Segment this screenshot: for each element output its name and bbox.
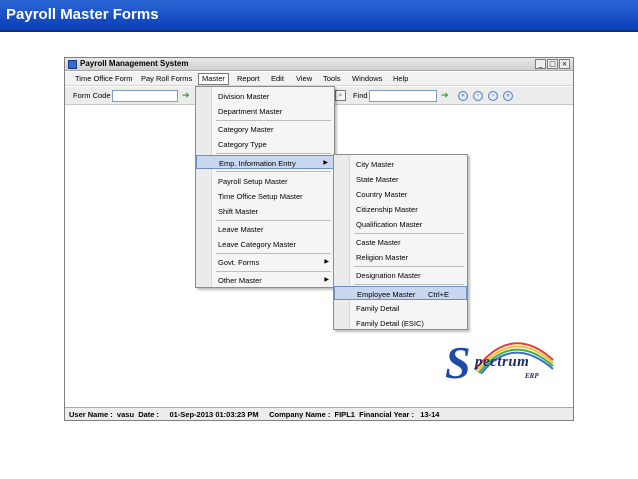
menu-view[interactable]: View <box>296 74 312 83</box>
menu-separator <box>354 284 464 285</box>
menu-item-label: State Master <box>356 175 399 184</box>
menu-item-payroll-setup-master[interactable]: Payroll Setup Master <box>196 174 334 188</box>
menu-time-office-form[interactable]: Time Office Form <box>75 74 133 83</box>
menu-separator <box>216 153 331 154</box>
app-icon <box>68 60 77 69</box>
form-code-label: Form Code <box>73 91 111 100</box>
menu-item-shift-master[interactable]: Shift Master <box>196 204 334 218</box>
menu-help[interactable]: Help <box>393 74 408 83</box>
menu-item-category-master[interactable]: Category Master <box>196 122 334 136</box>
last-record-icon[interactable]: » <box>503 91 513 101</box>
menu-item-label: Family Detail <box>356 304 400 313</box>
menu-separator <box>216 271 331 272</box>
menu-item-govt-forms[interactable]: Govt. Forms ▶ <box>196 255 334 269</box>
menu-item-label: City Master <box>356 160 394 169</box>
menu-item-label: Family Detail (ESIC) <box>356 319 424 328</box>
menu-item-label: Leave Category Master <box>218 240 296 249</box>
menu-item-shortcut: Ctrl+E <box>428 290 450 299</box>
menu-item-designation-master[interactable]: Designation Master <box>334 268 467 282</box>
menu-pay-roll-forms[interactable]: Pay Roll Forms <box>141 74 192 83</box>
logo-word: pectrum <box>475 354 530 370</box>
status-text: User Name : vasu Date : 01-Sep-2013 01:0… <box>69 410 440 419</box>
slide-title: Payroll Master Forms <box>6 6 159 23</box>
menu-item-label: Designation Master <box>356 271 421 280</box>
menu-item-citizenship-master[interactable]: Citizenship Master <box>334 202 467 216</box>
next-record-icon[interactable]: › <box>488 91 498 101</box>
menu-item-family-detail-esic[interactable]: Family Detail (ESIC) <box>334 316 467 330</box>
menu-item-label: Time Office Setup Master <box>218 192 303 201</box>
title-bar: Payroll Management System _ □ × <box>65 58 573 71</box>
menu-item-time-office-setup-master[interactable]: Time Office Setup Master <box>196 189 334 203</box>
menu-item-leave-master[interactable]: Leave Master <box>196 222 334 236</box>
menu-item-country-master[interactable]: Country Master <box>334 187 467 201</box>
go-arrow-icon[interactable]: ➔ <box>182 91 190 100</box>
window-controls: _ □ × <box>535 59 570 69</box>
menu-item-leave-category-master[interactable]: Leave Category Master <box>196 237 334 251</box>
menu-item-state-master[interactable]: State Master <box>334 172 467 186</box>
status-bar: User Name : vasu Date : 01-Sep-2013 01:0… <box>65 407 573 420</box>
menu-item-label: Govt. Forms <box>218 258 260 267</box>
menu-item-label: Leave Master <box>218 225 264 234</box>
close-button[interactable]: × <box>559 59 570 69</box>
previous-record-icon[interactable]: ‹ <box>473 91 483 101</box>
menu-item-department-master[interactable]: Department Master <box>196 104 334 118</box>
menu-item-caste-master[interactable]: Caste Master <box>334 235 467 249</box>
emp-information-submenu: City Master State Master Country Master … <box>333 154 468 330</box>
spectrum-logo: S pectrum ERP <box>445 336 555 396</box>
menu-master[interactable]: Master <box>198 73 229 85</box>
menu-item-label: Payroll Setup Master <box>218 177 288 186</box>
print-preview-icon[interactable]: ⌕ <box>335 90 346 101</box>
menu-item-label: Qualification Master <box>356 220 423 229</box>
menu-tools[interactable]: Tools <box>323 74 341 83</box>
menu-item-label: Division Master <box>218 92 270 101</box>
menu-item-label: Country Master <box>356 190 408 199</box>
maximize-button[interactable]: □ <box>547 59 558 69</box>
slide-header: Payroll Master Forms <box>0 0 638 32</box>
menu-item-label: Citizenship Master <box>356 205 418 214</box>
menu-item-emp-information-entry[interactable]: Emp. Information Entry ▶ <box>196 155 334 169</box>
menu-separator <box>216 253 331 254</box>
menu-item-qualification-master[interactable]: Qualification Master <box>334 217 467 231</box>
menu-item-label: Caste Master <box>356 238 401 247</box>
menu-item-label: Emp. Information Entry <box>219 159 296 168</box>
menu-item-label: Shift Master <box>218 207 259 216</box>
menu-item-label: Other Master <box>218 276 262 285</box>
submenu-arrow-icon: ▶ <box>324 277 329 283</box>
menu-separator <box>354 233 464 234</box>
submenu-arrow-icon: ▶ <box>324 259 329 265</box>
menu-edit[interactable]: Edit <box>271 74 284 83</box>
first-record-icon[interactable]: « <box>458 91 468 101</box>
menu-item-label: Department Master <box>218 107 283 116</box>
logo-letter: S <box>445 337 471 388</box>
find-label: Find <box>353 91 368 100</box>
menu-item-religion-master[interactable]: Religion Master <box>334 250 467 264</box>
menu-item-category-type[interactable]: Category Type <box>196 137 334 151</box>
menu-separator <box>216 171 331 172</box>
menu-report[interactable]: Report <box>237 74 260 83</box>
menu-item-other-master[interactable]: Other Master ▶ <box>196 273 334 287</box>
menu-item-family-detail[interactable]: Family Detail <box>334 301 467 315</box>
menu-item-label: Category Master <box>218 125 274 134</box>
menu-item-label: Employee Master <box>357 290 416 299</box>
menu-item-label: Category Type <box>218 140 267 149</box>
menu-item-employee-master[interactable]: Employee Master Ctrl+E <box>334 286 467 300</box>
logo-suffix: ERP <box>525 372 539 380</box>
submenu-arrow-icon: ▶ <box>323 160 328 166</box>
menu-windows[interactable]: Windows <box>352 74 382 83</box>
form-code-input[interactable] <box>112 90 178 102</box>
master-menu: Division Master Department Master Catego… <box>195 86 335 288</box>
menu-separator <box>354 266 464 267</box>
menu-separator <box>216 120 331 121</box>
menu-item-division-master[interactable]: Division Master <box>196 89 334 103</box>
find-go-arrow-icon[interactable]: ➔ <box>441 91 449 100</box>
window-title: Payroll Management System <box>80 59 189 68</box>
minimize-button[interactable]: _ <box>535 59 546 69</box>
menu-bar: Time Office Form Pay Roll Forms Master R… <box>65 72 573 86</box>
menu-item-city-master[interactable]: City Master <box>334 157 467 171</box>
menu-item-label: Religion Master <box>356 253 409 262</box>
find-input[interactable] <box>369 90 437 102</box>
menu-separator <box>216 220 331 221</box>
